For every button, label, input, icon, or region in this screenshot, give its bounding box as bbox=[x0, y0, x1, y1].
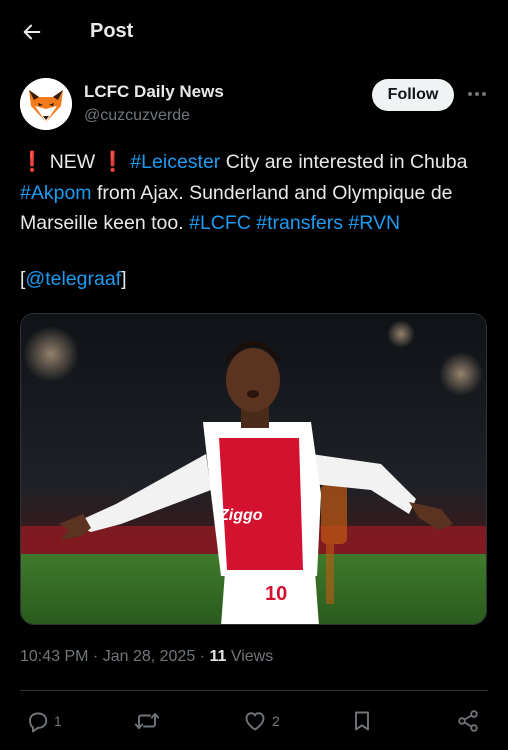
football-player-photo: Ziggo 10 bbox=[21, 314, 486, 624]
reply-button[interactable]: 1 bbox=[26, 704, 62, 738]
post-text: ❗ NEW ❗ #Leicester City are interested i… bbox=[20, 147, 490, 239]
author-name[interactable]: LCFC Daily News bbox=[84, 82, 224, 102]
follow-button[interactable]: Follow bbox=[372, 79, 454, 111]
post-author: LCFC Daily News @cuzcuzverde Follow bbox=[0, 78, 508, 134]
hashtag-lcfc[interactable]: #LCFC bbox=[189, 212, 251, 234]
views-count[interactable]: 11 bbox=[209, 648, 226, 665]
arrow-left-icon bbox=[23, 24, 41, 40]
avatar[interactable] bbox=[20, 78, 72, 130]
mention-telegraaf[interactable]: @telegraaf bbox=[25, 268, 121, 290]
like-count: 2 bbox=[272, 713, 280, 729]
repost-icon bbox=[134, 713, 160, 729]
back-button[interactable] bbox=[16, 16, 48, 48]
bookmark-button[interactable] bbox=[350, 704, 374, 738]
top-app-bar: Post bbox=[0, 0, 508, 62]
bookmark-icon bbox=[355, 711, 369, 731]
post-date: Jan 28, 2025 bbox=[102, 648, 196, 665]
more-options-button[interactable] bbox=[464, 82, 490, 106]
author-handle[interactable]: @cuzcuzverde bbox=[84, 107, 190, 125]
exclamation-emoji: ❗ bbox=[20, 151, 45, 173]
exclamation-emoji: ❗ bbox=[100, 151, 125, 173]
shirt-number: 10 bbox=[265, 583, 287, 605]
share-button[interactable] bbox=[456, 704, 480, 738]
reply-count: 1 bbox=[54, 713, 62, 729]
reply-icon bbox=[29, 712, 48, 733]
page-title: Post bbox=[90, 20, 134, 42]
repost-button[interactable] bbox=[134, 704, 164, 738]
bracket-close: ] bbox=[121, 268, 127, 290]
views-label: Views bbox=[226, 648, 274, 665]
source-credit: [@telegraaf] bbox=[20, 268, 127, 291]
shirt-sponsor: Ziggo bbox=[218, 507, 263, 524]
hashtag-akpom[interactable]: #Akpom bbox=[20, 182, 92, 204]
fox-logo-icon bbox=[20, 78, 72, 130]
post-time: 10:43 PM bbox=[20, 648, 89, 665]
post-text-segment: City are interested in Chuba bbox=[220, 151, 468, 173]
separator-dot: · bbox=[195, 648, 210, 665]
heart-icon bbox=[245, 712, 265, 731]
hashtag-rvn[interactable]: #RVN bbox=[348, 212, 400, 234]
post-metadata: 10:43 PM · Jan 28, 2025 · 11 Views bbox=[20, 648, 273, 666]
post-text-segment: NEW bbox=[44, 151, 101, 173]
post-image[interactable]: Ziggo 10 bbox=[20, 313, 487, 625]
more-horizontal-icon bbox=[468, 92, 486, 96]
separator-dot: · bbox=[88, 648, 103, 665]
hashtag-leicester[interactable]: #Leicester bbox=[130, 151, 220, 173]
share-icon bbox=[458, 710, 478, 732]
post-actions-bar: 1 2 bbox=[0, 704, 508, 738]
like-button[interactable]: 2 bbox=[242, 704, 280, 738]
divider bbox=[20, 690, 488, 691]
hashtag-transfers[interactable]: #transfers bbox=[256, 212, 343, 234]
